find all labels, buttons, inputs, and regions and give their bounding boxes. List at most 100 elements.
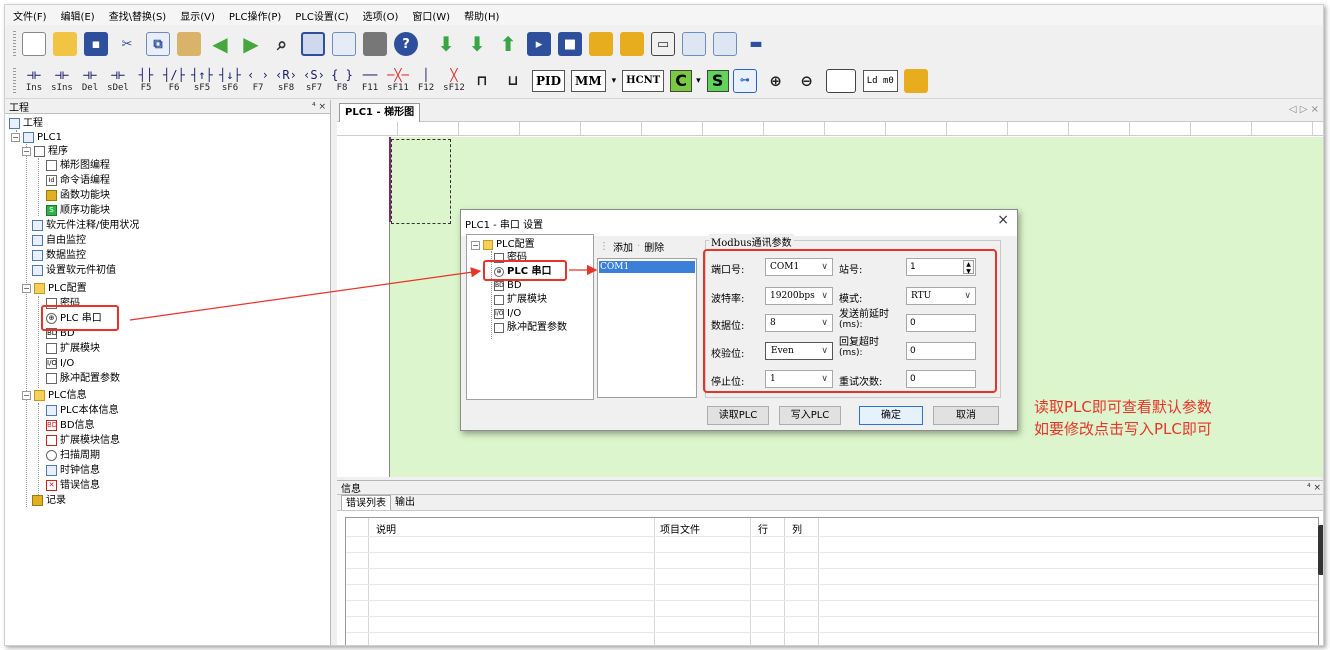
lock-icon[interactable] xyxy=(589,32,613,56)
tree-item-sequence-block[interactable]: S 顺序功能块 xyxy=(46,203,110,218)
paste-icon[interactable] xyxy=(177,32,201,56)
ladder-insert-button[interactable]: ⊣⊢ Ins xyxy=(22,66,46,96)
monitor-edit-icon[interactable] xyxy=(713,32,737,56)
tree-item-device-comment[interactable]: 软元件注释/使用状况 xyxy=(32,218,139,233)
copy-icon[interactable]: ⧉ xyxy=(146,32,170,56)
new-file-icon[interactable] xyxy=(22,32,46,56)
ladder-sinsert-button[interactable]: ⊣⊢ sIns xyxy=(50,66,74,96)
menu-view[interactable]: 显示(V) xyxy=(180,8,215,23)
save-icon[interactable]: ▪ xyxy=(84,32,108,56)
ladder-contact-nc-button[interactable]: ┤/├ F6 xyxy=(162,66,186,96)
tree-item-instruction-programming[interactable]: Id 命令语编程 xyxy=(46,173,110,188)
ladder-view-icon[interactable] xyxy=(301,32,325,56)
monitor-icon[interactable] xyxy=(682,32,706,56)
tree-item-log[interactable]: 记录 xyxy=(32,493,66,508)
pulse-dropdown-icon[interactable]: ▾ xyxy=(612,76,617,86)
tab-nav-close-icon[interactable]: ◁ ▷ × xyxy=(1289,104,1319,115)
ladder-delete-branch-icon[interactable]: ⊔ xyxy=(501,69,525,93)
cancel-button[interactable]: 取消 xyxy=(933,406,999,425)
collapse-icon[interactable]: − xyxy=(22,391,31,400)
tree-item-clock-info[interactable]: 时钟信息 xyxy=(46,463,100,478)
ladder-set-coil-button[interactable]: ‹S› sF7 xyxy=(302,66,326,96)
ladder-delete-hline-button[interactable]: ─╳─ sF11 xyxy=(386,66,410,96)
tab-output[interactable]: 输出 xyxy=(391,495,419,510)
menu-edit[interactable]: 编辑(E) xyxy=(61,8,95,23)
tab-ladder[interactable]: PLC1 - 梯形图 xyxy=(339,103,421,122)
column-header-description[interactable]: 说明 xyxy=(376,521,396,536)
delete-button[interactable]: 删除 xyxy=(644,239,664,254)
menu-plc-operation[interactable]: PLC操作(P) xyxy=(229,8,281,23)
collapse-icon[interactable]: − xyxy=(471,240,480,250)
ladder-step-icon[interactable]: ⊶ xyxy=(732,68,757,93)
collapse-icon[interactable]: − xyxy=(22,284,31,293)
tree-item-project[interactable]: 工程 xyxy=(9,116,43,131)
tree-item-pulse-config[interactable]: 脉冲配置参数 xyxy=(46,371,120,386)
add-button[interactable]: 添加 xyxy=(613,239,633,254)
run-icon[interactable]: ▸ xyxy=(527,32,551,56)
ladder-delete-vline-button[interactable]: ╳ sF12 xyxy=(442,66,466,96)
tab-error-list[interactable]: 错误列表 xyxy=(341,495,391,510)
zoom-out-icon[interactable]: ⊖ xyxy=(795,69,819,93)
arrow-right-icon[interactable]: ▶ xyxy=(239,32,263,56)
tree-item-plc-body-info[interactable]: PLC本体信息 xyxy=(46,403,119,418)
write-plc-button[interactable]: 写入PLC xyxy=(779,406,841,425)
tree-item-data-monitor[interactable]: 数据监控 xyxy=(32,248,86,263)
tree-item-ladder-programming[interactable]: 梯形图编程 xyxy=(46,158,110,173)
close-icon[interactable]: × xyxy=(997,212,1009,228)
stop-icon[interactable]: ■ xyxy=(558,32,582,56)
menu-window[interactable]: 窗口(W) xyxy=(412,8,450,23)
arrow-left-icon[interactable]: ◀ xyxy=(208,32,232,56)
column-header-column[interactable]: 列 xyxy=(792,521,802,536)
tree-item-program[interactable]: − 程序 xyxy=(22,144,68,159)
toolbar-grip[interactable] xyxy=(13,31,16,57)
right-edge-scroll-thumb[interactable] xyxy=(1318,525,1323,575)
port-list-item-com1[interactable]: COM1 xyxy=(599,261,695,273)
menu-plc-settings[interactable]: PLC设置(C) xyxy=(295,8,348,23)
upload-arrow-icon[interactable]: ⬆ xyxy=(496,32,520,56)
ladder-reset-coil-button[interactable]: ‹R› sF8 xyxy=(274,66,298,96)
download-arrow-icon[interactable]: ⬇ xyxy=(434,32,458,56)
ladder-sdelete-button[interactable]: ⊣⊢ sDel xyxy=(106,66,130,96)
tree-item-expansion-module[interactable]: 扩展模块 xyxy=(46,341,100,356)
ladder-hline-button[interactable]: ── F11 xyxy=(358,66,382,96)
toolbar-grip[interactable] xyxy=(13,67,16,94)
device-icon[interactable]: ▬ xyxy=(744,32,768,56)
menu-find-replace[interactable]: 查找\替换(S) xyxy=(109,8,167,23)
menu-options[interactable]: 选项(O) xyxy=(363,8,399,23)
ladder-grid-icon[interactable] xyxy=(825,68,856,93)
tree-item-plc-config[interactable]: − PLC配置 xyxy=(22,281,87,296)
binoculars-icon[interactable]: ⌕ xyxy=(270,32,294,56)
tree-item-free-monitor[interactable]: 自由监控 xyxy=(32,233,86,248)
ladder-delete-button[interactable]: ⊣⊢ Del xyxy=(78,66,102,96)
list-view-icon[interactable] xyxy=(332,32,356,56)
window-icon[interactable]: ▭ xyxy=(651,32,675,56)
print-icon[interactable] xyxy=(363,32,387,56)
tree-item-expansion-module-info[interactable]: 扩展模块信息 xyxy=(46,433,120,448)
pid-button[interactable]: PID xyxy=(532,69,566,92)
tree-item-plc-info[interactable]: − PLC信息 xyxy=(22,388,87,403)
ladder-coil-button[interactable]: ‹ › F7 xyxy=(246,66,270,96)
collapse-icon[interactable]: − xyxy=(22,147,31,156)
download-alt-icon[interactable]: ⬇ xyxy=(465,32,489,56)
s-block-button[interactable]: S xyxy=(706,69,729,92)
ladder-vline-button[interactable]: │ F12 xyxy=(414,66,438,96)
cut-icon[interactable]: ✂ xyxy=(115,32,139,56)
tree-item-plc1[interactable]: − PLC1 xyxy=(11,130,62,145)
tree-item-scan-cycle[interactable]: 扫描周期 xyxy=(46,448,100,463)
menu-file[interactable]: 文件(F) xyxy=(13,8,47,23)
collapse-icon[interactable]: − xyxy=(11,133,20,142)
zoom-in-icon[interactable]: ⊕ xyxy=(764,69,788,93)
ladder-rising-edge-button[interactable]: ┤↑├ sF5 xyxy=(190,66,214,96)
read-plc-button[interactable]: 读取PLC xyxy=(707,406,769,425)
dialog-tree-expansion-module[interactable]: 扩展模块 xyxy=(494,293,547,307)
panel-pin-close-icon[interactable]: ⁴ × xyxy=(312,102,326,112)
ladder-falling-edge-button[interactable]: ┤↓├ sF6 xyxy=(218,66,242,96)
tree-item-function-block[interactable]: 函数功能块 xyxy=(46,188,110,203)
open-folder-icon[interactable] xyxy=(53,32,77,56)
dialog-tree-io[interactable]: I/O I/O xyxy=(494,307,521,321)
help-icon[interactable]: ? xyxy=(394,32,418,56)
hcnt-button[interactable]: HCNT xyxy=(622,69,665,92)
tree-item-device-init[interactable]: 设置软元件初值 xyxy=(32,263,116,278)
unlock-icon[interactable] xyxy=(620,32,644,56)
ld-m0-button[interactable]: Ld m0 xyxy=(862,69,898,92)
